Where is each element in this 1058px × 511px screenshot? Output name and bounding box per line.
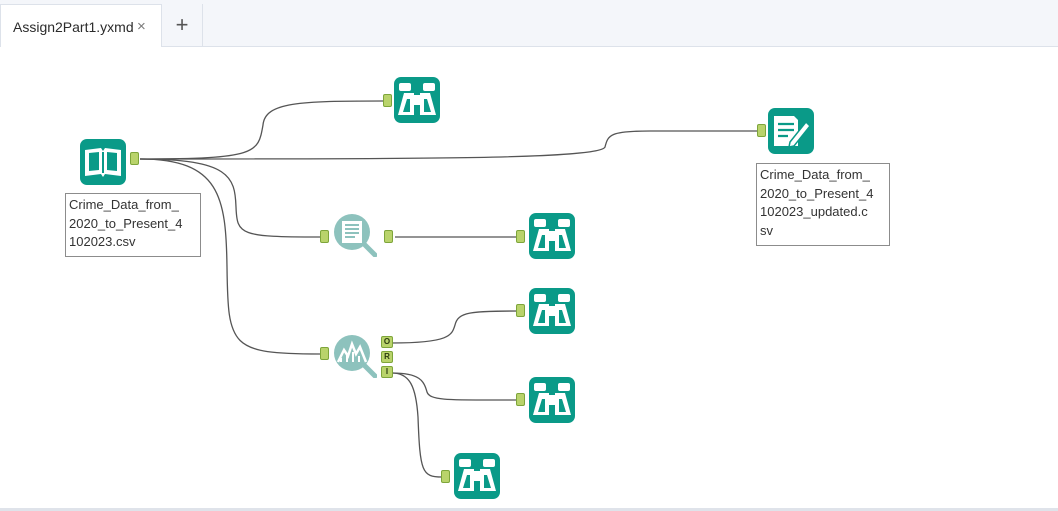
binoculars-icon[interactable] (529, 377, 575, 423)
wire-i-browse-5 (391, 372, 443, 478)
input-anchor[interactable] (383, 94, 392, 107)
input-data-tool[interactable] (80, 139, 126, 185)
binoculars-icon[interactable] (529, 288, 575, 334)
input-anchor[interactable] (516, 393, 525, 406)
wire-i-browse-4 (391, 372, 518, 401)
input-anchor[interactable] (757, 124, 766, 137)
tab-workflow[interactable]: Assign2Part1.yxmd × (0, 4, 162, 47)
profile-magnifier-icon[interactable] (331, 211, 377, 257)
input-anchor[interactable] (441, 470, 450, 483)
output-annotation: Crime_Data_from_ 2020_to_Present_4 10202… (756, 163, 890, 246)
connection-wires (139, 100, 758, 478)
output-anchor[interactable] (384, 230, 393, 243)
output-data-tool[interactable] (768, 108, 814, 154)
tab-label: Assign2Part1.yxmd (13, 19, 134, 35)
r-output-anchor[interactable]: R (381, 351, 393, 363)
binoculars-icon[interactable] (529, 213, 575, 259)
binoculars-icon[interactable] (454, 453, 500, 499)
chart-magnifier-icon[interactable] (331, 332, 377, 378)
wire-input-browse-1 (139, 100, 384, 160)
tab-bar: Assign2Part1.yxmd × + (0, 0, 1058, 47)
input-anchor[interactable] (320, 230, 329, 243)
wire-o-browse-3 (391, 310, 521, 344)
input-anchor[interactable] (516, 230, 525, 243)
input-annotation: Crime_Data_from_ 2020_to_Present_4 10202… (65, 193, 201, 257)
input-anchor[interactable] (516, 304, 525, 317)
workflow-canvas[interactable]: Crime_Data_from_ 2020_to_Present_4 10202… (0, 47, 1058, 507)
output-anchor[interactable] (130, 152, 139, 165)
input-anchor[interactable] (320, 347, 329, 360)
binoculars-icon[interactable] (394, 77, 440, 123)
new-tab-button[interactable]: + (162, 4, 203, 46)
close-icon[interactable]: × (137, 18, 146, 35)
i-output-anchor[interactable]: I (381, 366, 393, 378)
o-output-anchor[interactable]: O (381, 336, 393, 348)
